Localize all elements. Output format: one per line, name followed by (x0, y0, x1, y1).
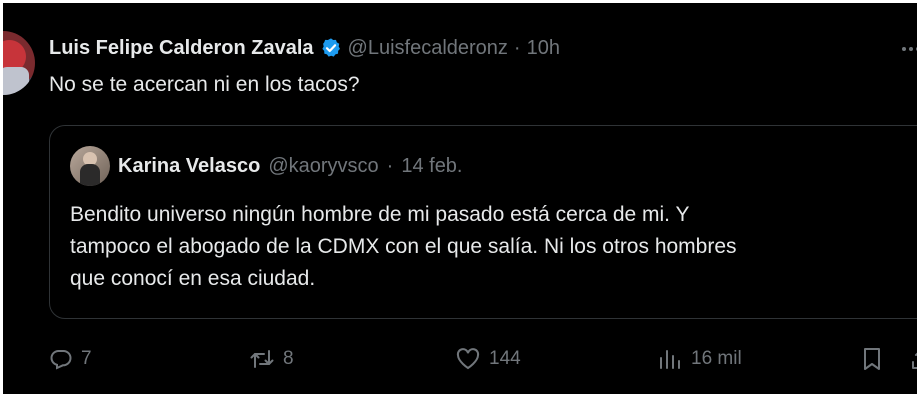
tweet-text: No se te acercan ni en los tacos? (49, 73, 360, 96)
repost-button[interactable]: 8 (249, 343, 294, 375)
heart-icon (455, 347, 481, 371)
author-name[interactable]: Luis Felipe Calderon Zavala (49, 37, 314, 60)
quoted-text-line: que conocí en esa ciudad. (70, 267, 316, 290)
reply-button[interactable]: 7 (49, 343, 92, 375)
author-handle[interactable]: @Luisfecalderonz (348, 37, 508, 60)
avatar-figure (3, 67, 29, 95)
quoted-tweet[interactable]: Karina Velasco @kaoryvsco · 14 feb. Bend… (49, 125, 917, 319)
tweet-timestamp[interactable]: 10h (527, 37, 560, 60)
header-separator: · (513, 36, 521, 59)
share-icon (911, 347, 917, 371)
views-chart-icon (657, 347, 683, 371)
quoted-tweet-text: Bendito universo ningún hombre de mi pas… (70, 199, 917, 295)
repost-icon (249, 347, 275, 371)
more-options-icon[interactable] (902, 38, 917, 60)
bookmark-button[interactable] (861, 343, 883, 375)
quoted-text-line: tampoco el abogado de la CDMX con el que… (70, 235, 737, 258)
reply-icon (49, 347, 73, 371)
share-button[interactable] (911, 343, 917, 375)
like-button[interactable]: 144 (455, 343, 521, 375)
quoted-author-avatar[interactable] (70, 146, 110, 186)
action-bar: 7 8 144 16 mil (49, 343, 917, 375)
author-avatar[interactable] (3, 31, 35, 95)
views-count: 16 mil (691, 348, 742, 369)
reply-count: 7 (81, 348, 92, 369)
quoted-header-separator: · (386, 154, 394, 177)
quoted-text-line: Bendito universo ningún hombre de mi pas… (70, 203, 690, 226)
quoted-author-name[interactable]: Karina Velasco (118, 155, 260, 178)
verified-badge-icon (320, 37, 342, 59)
like-count: 144 (489, 348, 521, 369)
quoted-author-handle[interactable]: @kaoryvsco (268, 155, 378, 178)
repost-count: 8 (283, 348, 294, 369)
bookmark-icon (861, 347, 883, 371)
views-button[interactable]: 16 mil (657, 343, 742, 375)
quoted-tweet-header: Karina Velasco @kaoryvsco · 14 feb. (70, 146, 463, 186)
quoted-timestamp[interactable]: 14 feb. (401, 155, 462, 178)
tweet-card[interactable]: Luis Felipe Calderon Zavala @Luisfecalde… (3, 3, 917, 394)
tweet-header: Luis Felipe Calderon Zavala @Luisfecalde… (49, 33, 560, 63)
